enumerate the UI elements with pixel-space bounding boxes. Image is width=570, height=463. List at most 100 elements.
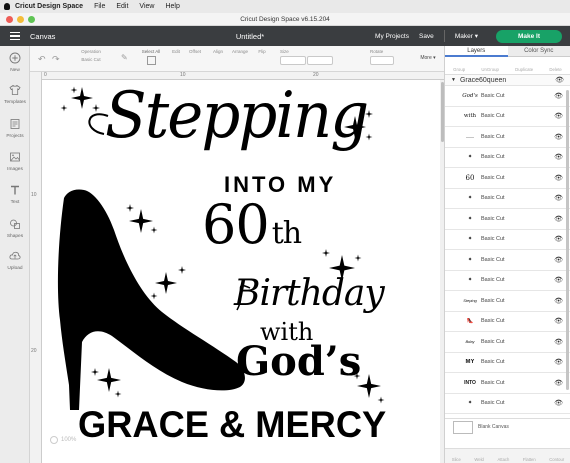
layer-row[interactable]: INTO Basic Cut 👁 (445, 373, 570, 394)
layer-row[interactable]: with Basic Cut 👁 (445, 107, 570, 127)
menu-edit[interactable]: Edit (116, 3, 128, 10)
layer-row[interactable]: 👠 Basic Cut 👁 (445, 312, 570, 332)
save-button[interactable]: Save (419, 33, 434, 40)
attach-button[interactable]: Attach (497, 457, 509, 462)
sparkle-graphic[interactable] (114, 390, 122, 398)
layer-row[interactable]: ✦ Basic Cut 👁 (445, 189, 570, 209)
design-canvas[interactable]: Stepping INTO MY 60th Birthday with God’… (42, 80, 440, 463)
panel-scrollbar[interactable] (565, 86, 569, 416)
pen-icon[interactable]: ✎ (121, 53, 128, 62)
menu-view[interactable]: View (139, 3, 154, 10)
tab-color-sync[interactable]: Color Sync (507, 46, 570, 57)
eye-icon[interactable]: 👁 (554, 276, 563, 284)
sparkle-graphic[interactable] (150, 226, 158, 234)
rotate-input[interactable] (370, 56, 394, 65)
sidebar-item-templates[interactable]: Templates (0, 84, 30, 105)
layer-row[interactable]: Bday Basic Cut 👁 (445, 332, 570, 353)
operation-dropdown[interactable]: Operation Basic Cut (76, 49, 106, 62)
layer-row[interactable]: ✦ Basic Cut 👁 (445, 250, 570, 271)
ungroup-button[interactable]: UnGroup (481, 67, 498, 72)
menu-file[interactable]: File (94, 3, 105, 10)
more-button[interactable]: More ▾ (418, 55, 438, 61)
eye-icon[interactable]: 👁 (554, 174, 563, 182)
eye-icon[interactable]: 👁 (554, 153, 563, 161)
eye-icon[interactable]: 👁 (554, 112, 563, 120)
sparkle-graphic[interactable] (322, 249, 330, 257)
sidebar-item-projects[interactable]: Projects (0, 118, 30, 139)
eye-icon[interactable]: 👁 (554, 92, 563, 100)
my-projects-button[interactable]: My Projects (375, 33, 409, 40)
layer-group-row[interactable]: ▼ Grace60queen 👁 (445, 75, 570, 86)
size-field[interactable]: Size (280, 49, 340, 66)
sparkle-graphic[interactable] (92, 104, 100, 112)
layer-row[interactable]: —— Basic Cut 👁 (445, 127, 570, 148)
sparkle-graphic[interactable] (377, 396, 385, 404)
eye-icon[interactable]: 👁 (554, 215, 563, 223)
sparkle-graphic[interactable] (60, 104, 68, 112)
delete-button[interactable]: Delete (549, 67, 561, 72)
menu-app-name[interactable]: Cricut Design Space (15, 3, 83, 10)
sidebar-item-images[interactable]: Images (0, 151, 30, 172)
eye-icon[interactable]: 👁 (554, 338, 563, 346)
weld-button[interactable]: Weld (474, 457, 483, 462)
eye-icon[interactable]: 👁 (554, 133, 563, 141)
close-window-icon[interactable] (6, 16, 13, 23)
eye-icon[interactable]: 👁 (554, 256, 563, 264)
hamburger-menu-icon[interactable] (10, 32, 20, 40)
design-text-birthday[interactable]: Birthday (234, 276, 385, 312)
layer-row[interactable]: ✦ Basic Cut 👁 (445, 148, 570, 168)
flatten-button[interactable]: Flatten (523, 457, 536, 462)
tab-layers[interactable]: Layers (445, 46, 508, 57)
design-text-grace-mercy[interactable]: GRACE & MERCY (78, 406, 386, 443)
zoom-out-icon[interactable] (50, 436, 58, 444)
eye-icon[interactable]: 👁 (554, 297, 563, 305)
undo-icon[interactable]: ↶ (38, 54, 46, 65)
design-text-60[interactable]: 60th (202, 198, 302, 252)
sparkle-graphic[interactable] (354, 254, 362, 262)
eye-icon[interactable]: 👁 (554, 379, 563, 387)
sparkle-graphic[interactable] (155, 272, 177, 294)
blank-canvas-swatch[interactable] (453, 420, 473, 434)
sparkle-graphic[interactable] (178, 266, 186, 274)
caret-down-icon[interactable]: ▼ (451, 77, 456, 83)
eye-icon[interactable]: 👁 (554, 194, 563, 202)
height-input[interactable] (307, 56, 334, 65)
eye-icon[interactable]: 👁 (554, 358, 563, 366)
make-it-button[interactable]: Make It (495, 29, 562, 43)
menu-help[interactable]: Help (165, 3, 179, 10)
layer-row[interactable]: ✦ Basic Cut 👁 (445, 230, 570, 250)
machine-select[interactable]: Maker ▾ (455, 32, 478, 40)
duplicate-button[interactable]: Duplicate (515, 67, 533, 72)
arrange-button[interactable]: Arrange (230, 49, 250, 54)
slice-button[interactable]: Slice (452, 457, 461, 462)
layer-row[interactable]: Steping Basic Cut 👁 (445, 291, 570, 312)
redo-icon[interactable]: ↷ (52, 54, 60, 65)
design-text-stepping[interactable]: Stepping (105, 84, 369, 148)
group-button[interactable]: Group (453, 67, 465, 72)
sidebar-item-new[interactable]: New (0, 52, 30, 73)
offset-button[interactable]: Offset (186, 49, 204, 54)
sparkle-graphic[interactable] (129, 209, 153, 233)
zoom-control[interactable]: 100% (50, 436, 76, 444)
flip-button[interactable]: Flip (256, 49, 268, 54)
eye-icon[interactable]: 👁 (554, 317, 563, 325)
align-button[interactable]: Align (211, 49, 225, 54)
layer-row[interactable]: MY Basic Cut 👁 (445, 353, 570, 373)
layer-row[interactable]: God's Basic Cut 👁 (445, 86, 570, 107)
panel-scroll-thumb[interactable] (565, 90, 569, 390)
blank-canvas-row[interactable]: Blank Canvas (445, 418, 570, 435)
minimize-window-icon[interactable] (17, 16, 24, 23)
sparkle-graphic[interactable] (97, 368, 121, 392)
sidebar-item-text[interactable]: Text (0, 184, 30, 205)
zoom-window-icon[interactable] (28, 16, 35, 23)
layer-row[interactable]: 60 Basic Cut 👁 (445, 168, 570, 189)
layer-row[interactable]: ✦ Basic Cut 👁 (445, 271, 570, 291)
design-text-gods[interactable]: God’s (236, 342, 361, 382)
select-all-button[interactable]: Select All (138, 49, 164, 65)
sparkle-graphic[interactable] (70, 86, 78, 94)
sparkle-graphic[interactable] (126, 204, 134, 212)
contour-button[interactable]: Contour (549, 457, 564, 462)
rotate-field[interactable]: Rotate (370, 49, 396, 65)
eye-icon[interactable]: 👁 (554, 235, 563, 243)
apple-icon[interactable] (4, 3, 10, 10)
